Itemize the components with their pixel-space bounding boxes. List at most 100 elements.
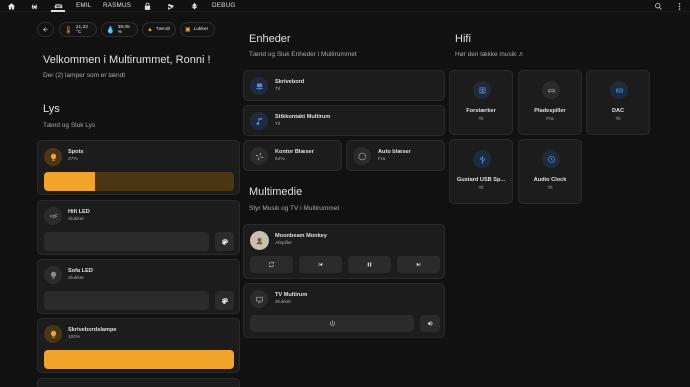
clock-icon — [542, 150, 560, 168]
hifi-state: Til — [478, 186, 484, 191]
volume-high-icon — [427, 321, 433, 326]
light-name: Spots — [68, 149, 84, 155]
media-player-card[interactable]: Moonbeam Monkey Afspiller — [243, 224, 445, 279]
device-card-auto-blaeser[interactable]: Auto blæser Fra — [346, 140, 445, 171]
brightness-slider[interactable] — [44, 232, 209, 251]
search-icon[interactable] — [651, 0, 665, 12]
water-drop-icon: 💧 — [106, 26, 115, 34]
light-name: Hifi LED — [68, 209, 90, 215]
pause-button[interactable] — [348, 256, 391, 273]
device-state: Til — [275, 122, 280, 127]
hifi-state: Til — [547, 186, 553, 191]
desk-icon[interactable] — [250, 77, 268, 95]
hifi-subtitle: Hør den lække musik ♬ — [455, 51, 525, 58]
thermometer-icon: 🌡 — [64, 26, 73, 34]
next-track-button[interactable] — [397, 256, 440, 273]
media-title: Moonbeam Monkey — [275, 233, 327, 239]
tv-name: TV Multirum — [275, 292, 308, 298]
television-icon[interactable] — [250, 290, 268, 308]
device-state: 54% — [275, 157, 285, 162]
device-card-skrivebord[interactable]: Skrivebord Til — [243, 70, 445, 101]
light-card-sofa-led[interactable]: Sofa LED Slukket — [37, 259, 240, 314]
hifi-tile-forstaerker[interactable]: Forstærker Til — [449, 70, 513, 135]
more-vert-icon[interactable] — [672, 0, 686, 12]
light-state: 100% — [68, 335, 81, 340]
lys-subtitle: Tænd og Sluk Lys — [43, 122, 96, 129]
amplifier-icon — [473, 81, 491, 99]
tv-state: Slukket — [275, 300, 291, 305]
multimedie-subtitle: Styr Musik og TV i Multirummet — [249, 205, 340, 212]
led-strip-icon[interactable] — [44, 207, 62, 225]
album-art-avatar[interactable] — [250, 231, 269, 250]
car-icon[interactable] — [27, 0, 41, 12]
home-icon[interactable] — [4, 0, 18, 12]
nav-tab-rasmus[interactable]: RASMUS — [103, 2, 131, 9]
device-name: Auto blæser — [378, 149, 411, 155]
skip-previous-icon — [318, 262, 323, 267]
repeat-icon — [268, 261, 275, 268]
lys-title: Lys — [43, 103, 60, 115]
enheder-subtitle: Tænd og Sluk Enheder i Multirummet — [249, 51, 357, 58]
volume-button[interactable] — [420, 315, 440, 332]
brightness-slider[interactable] — [44, 172, 234, 191]
lightbulb-icon[interactable] — [44, 266, 62, 284]
repeat-button[interactable] — [250, 256, 293, 273]
lightbulb-icon[interactable] — [44, 148, 62, 166]
hifi-name: DAC — [611, 108, 625, 114]
device-card-stikkontakt[interactable]: Stikkontakt Multirum Til — [243, 105, 445, 136]
brightness-slider[interactable] — [44, 350, 234, 369]
brightness-slider[interactable] — [44, 291, 209, 310]
hifi-name: Forstærker — [466, 108, 496, 114]
light-card-hifi-led[interactable]: Hifi LED Slukket — [37, 200, 240, 255]
top-navigation-bar: EMIL RASMUS DEBUG — [0, 0, 690, 12]
ceiling-light-icon: ▲ — [147, 26, 153, 33]
humidity-chip[interactable]: 💧 39,05 % — [101, 22, 138, 37]
sofa-icon[interactable] — [51, 0, 65, 12]
hifi-tile-audio-clock[interactable]: Audio Clock Til — [518, 139, 582, 204]
media-state: Afspiller — [275, 241, 293, 246]
light-card-partial[interactable] — [37, 378, 240, 387]
lock-chip[interactable]: ▣ Lukket — [180, 22, 215, 37]
hifi-name: Pladespiller — [534, 108, 566, 114]
palette-icon — [221, 297, 228, 304]
usb-icon — [473, 150, 491, 168]
fan-icon[interactable] — [250, 147, 268, 165]
color-palette-button[interactable] — [215, 291, 234, 310]
hifi-tile-pladespiller[interactable]: Pladespiller Fra — [518, 70, 582, 135]
device-name: Stikkontakt Multirum — [275, 114, 331, 120]
tv-power-button[interactable] — [250, 315, 414, 332]
back-button[interactable] — [37, 22, 54, 37]
bug-icon[interactable] — [187, 0, 201, 12]
palette-icon — [221, 238, 228, 245]
lightbulb-icon[interactable] — [44, 325, 62, 343]
hifi-state: Til — [478, 117, 484, 122]
temperature-value: 21,32 °C — [75, 24, 88, 35]
device-name: Skrivebord — [275, 79, 305, 85]
previous-track-button[interactable] — [299, 256, 342, 273]
light-card-skrivebordslampe[interactable]: Skrivebordslampe 100% — [37, 318, 240, 373]
device-state: Til — [275, 87, 280, 92]
hifi-tile-dac[interactable]: DAC Til — [586, 70, 650, 135]
hifi-state: Til — [615, 117, 621, 122]
music-note-icon[interactable] — [250, 112, 268, 130]
temperature-chip[interactable]: 🌡 21,32 °C — [59, 22, 97, 37]
lock-state-icon: ▣ — [185, 27, 191, 33]
slider-fill — [44, 350, 234, 369]
lights-state: Tændt — [155, 27, 170, 32]
nav-tab-debug[interactable]: DEBUG — [212, 2, 235, 9]
skip-next-icon — [416, 262, 421, 267]
cctv-camera-icon[interactable] — [164, 0, 178, 12]
light-card-spots[interactable]: Spots 27% — [37, 140, 240, 195]
tv-card[interactable]: TV Multirum Slukket — [243, 283, 445, 338]
hifi-tile-gustard-usb[interactable]: Gustard USB Sp... Til — [449, 139, 513, 204]
lock-icon[interactable] — [140, 0, 154, 12]
lights-chip[interactable]: ▲ Tændt — [142, 22, 176, 37]
nav-tab-emil[interactable]: EMIL — [76, 2, 92, 9]
light-state: 27% — [68, 157, 78, 162]
hifi-title: Hifi — [455, 33, 471, 45]
color-palette-button[interactable] — [215, 232, 234, 251]
enheder-title: Enheder — [249, 33, 291, 45]
device-name: Kontor Blæser — [275, 149, 314, 155]
device-card-kontor-blaeser[interactable]: Kontor Blæser 54% — [243, 140, 342, 171]
refresh-icon[interactable] — [353, 147, 371, 165]
